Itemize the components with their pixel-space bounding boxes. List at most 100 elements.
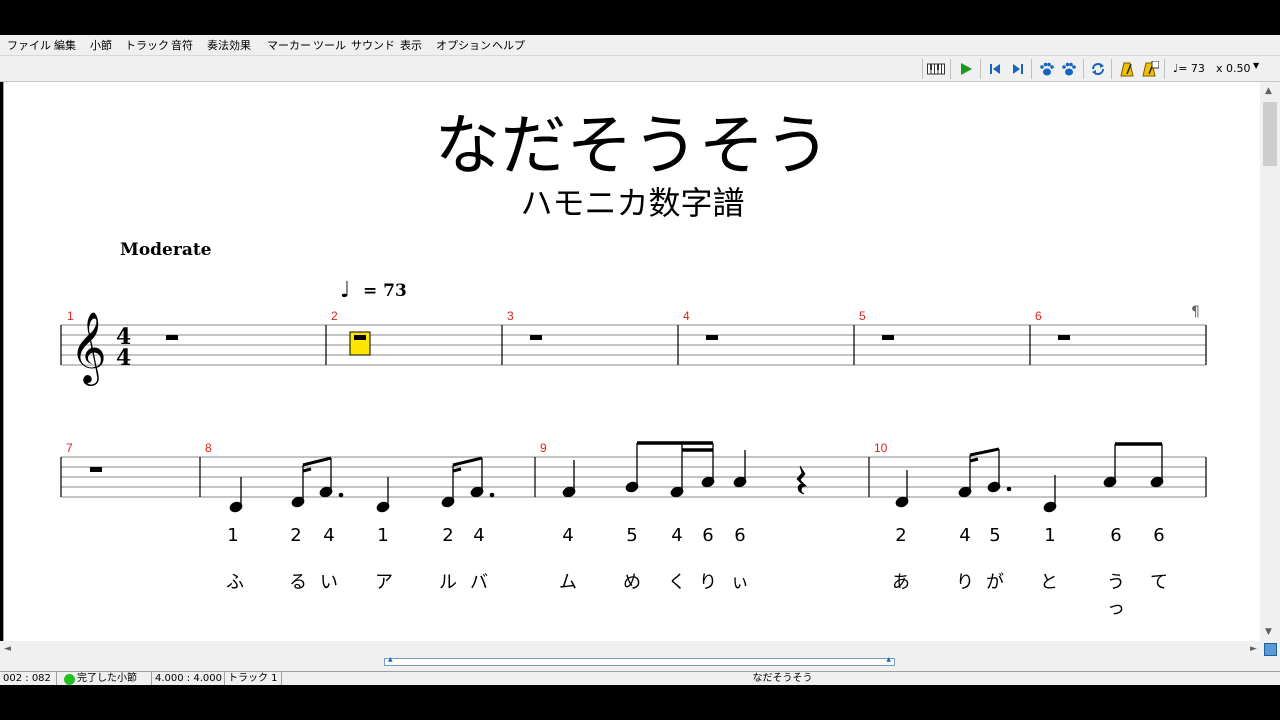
whole-rest <box>90 467 102 472</box>
overview-right-marker: ▲ <box>886 656 891 663</box>
letterbox-bottom <box>0 685 1280 720</box>
whole-rest <box>354 335 366 340</box>
menu-track[interactable]: トラック <box>125 37 169 53</box>
status-bar: 002 : 082 完了した小節 4.000 : 4.000 トラック 1 なだ… <box>0 671 1280 686</box>
measure-9-notes <box>562 441 807 498</box>
lyric-syllable: ふ <box>226 572 244 593</box>
letterbox-top <box>0 0 1280 35</box>
lyric-syllable: うっ <box>1107 572 1125 619</box>
whole-rest <box>882 335 894 340</box>
harmonica-digit: 4 <box>671 525 683 546</box>
harmonica-digit: 2 <box>442 525 454 546</box>
score-page: なだそうそう ハモニカ数字譜 Moderate ♩ = 73 1 2 3 4 5… <box>3 82 1261 641</box>
menu-tools[interactable]: ツール <box>313 37 346 53</box>
lyric-syllable: と <box>1040 572 1058 593</box>
status-title: なだそうそう <box>752 673 813 684</box>
scroll-thumb[interactable] <box>1263 102 1277 166</box>
overview-scrollbar[interactable]: ▲ ▲ <box>384 656 895 666</box>
harmonica-digit: 2 <box>290 525 302 546</box>
lyric-syllable: あ <box>892 572 910 593</box>
measure-10-notes <box>895 442 1164 513</box>
lyric-syllable: り <box>956 572 974 593</box>
toolbar-separator <box>950 59 951 79</box>
tempo-label: ♩= 73 <box>1173 62 1205 75</box>
toolbar-separator <box>922 59 923 79</box>
harmonica-digit: 6 <box>702 525 714 546</box>
staff-svg: 𝄞 4 4 <box>60 310 1207 513</box>
lyric-syllable: ぃ <box>731 572 749 593</box>
status-ok-icon <box>64 674 75 685</box>
harmonica-digit: 2 <box>895 525 907 546</box>
scroll-down-icon[interactable]: ▼ <box>1265 627 1272 637</box>
horizontal-strip: ◄ ► ▲ ▲ <box>0 641 1280 671</box>
lyric-syllable: く <box>668 572 686 593</box>
whole-rest <box>706 335 718 340</box>
zoom-icon[interactable] <box>1264 643 1277 656</box>
harmonica-digit: 6 <box>1110 525 1122 546</box>
loop-icon[interactable] <box>1088 59 1108 79</box>
status-position: 002 : 082 <box>0 672 57 685</box>
menu-measure[interactable]: 小節 <box>90 37 112 53</box>
toolbar-separator <box>980 59 981 79</box>
lyric-syllable: バ <box>470 572 488 593</box>
skip-forward-icon[interactable] <box>1008 59 1028 79</box>
lyric-syllable: り <box>699 572 717 593</box>
toolbar: ♩= 73 x 0.50 ▼ <box>0 56 1280 82</box>
chevron-down-icon[interactable]: ▼ <box>1253 61 1259 70</box>
lyric-syllable: ル <box>439 572 457 593</box>
speed-select[interactable]: x 0.50 <box>1216 62 1251 75</box>
harmonica-digit: 5 <box>989 525 1001 546</box>
toolbar-separator <box>1111 59 1112 79</box>
harmonica-digit: 6 <box>1153 525 1165 546</box>
lyric-syllable: て <box>1150 572 1168 593</box>
harmonica-digit: 1 <box>377 525 389 546</box>
harmonica-digit: 6 <box>734 525 746 546</box>
whole-rest <box>530 335 542 340</box>
overview-left-marker: ▲ <box>388 656 393 663</box>
metronome-icon[interactable] <box>1117 59 1137 79</box>
menu-view[interactable]: 表示 <box>400 37 422 53</box>
paw-icon[interactable] <box>1059 59 1079 79</box>
svg-text:4: 4 <box>116 345 131 371</box>
lyric-syllable: ア <box>375 572 393 593</box>
skip-back-icon[interactable] <box>985 59 1005 79</box>
harmonica-digit: 4 <box>473 525 485 546</box>
whole-rest <box>166 335 178 340</box>
menu-marker[interactable]: マーカー <box>267 37 311 53</box>
harmonica-digit: 4 <box>323 525 335 546</box>
whole-rest <box>1058 335 1070 340</box>
harmonica-digit: 4 <box>959 525 971 546</box>
toolbar-separator <box>1031 59 1032 79</box>
lyric-syllable: ム <box>559 572 577 593</box>
scroll-up-icon[interactable]: ▲ <box>1265 86 1272 96</box>
menu-options[interactable]: オプション <box>436 37 491 53</box>
vertical-scrollbar[interactable]: ▲ ▼ <box>1260 82 1280 641</box>
lyric-syllable: い <box>320 572 338 593</box>
menu-file[interactable]: ファイル <box>7 37 51 53</box>
harmonica-digit: 1 <box>1044 525 1056 546</box>
metronome-count-icon[interactable] <box>1140 59 1160 79</box>
harmonica-digit: 1 <box>227 525 239 546</box>
paw-icon[interactable] <box>1037 59 1057 79</box>
scroll-right-icon[interactable]: ► <box>1250 644 1257 654</box>
play-icon[interactable] <box>956 59 976 79</box>
menu-help[interactable]: ヘルプ <box>492 37 525 53</box>
menu-effects[interactable]: 奏法効果 <box>207 37 251 53</box>
toolbar-separator <box>1083 59 1084 79</box>
status-time: 4.000 : 4.000 <box>152 672 225 685</box>
menu-bar: ファイル 編集 小節 トラック 音符 奏法効果 マーカー ツール サウンド 表示… <box>0 35 1280 56</box>
menu-note[interactable]: 音符 <box>171 37 193 53</box>
lyric-syllable: が <box>986 572 1004 593</box>
harmonica-digit: 5 <box>626 525 638 546</box>
menu-edit[interactable]: 編集 <box>54 37 76 53</box>
status-track: トラック 1 <box>225 672 282 685</box>
harmonica-digit: 4 <box>562 525 574 546</box>
toolbar-separator <box>1164 59 1165 79</box>
lyric-syllable: る <box>289 572 307 593</box>
measure-8-notes <box>229 456 495 513</box>
scroll-left-icon[interactable]: ◄ <box>4 644 11 654</box>
keyboard-icon[interactable] <box>926 59 946 79</box>
treble-clef: 𝄞 <box>70 310 107 386</box>
lyric-syllable: め <box>623 572 641 593</box>
menu-sound[interactable]: サウンド <box>351 37 395 53</box>
